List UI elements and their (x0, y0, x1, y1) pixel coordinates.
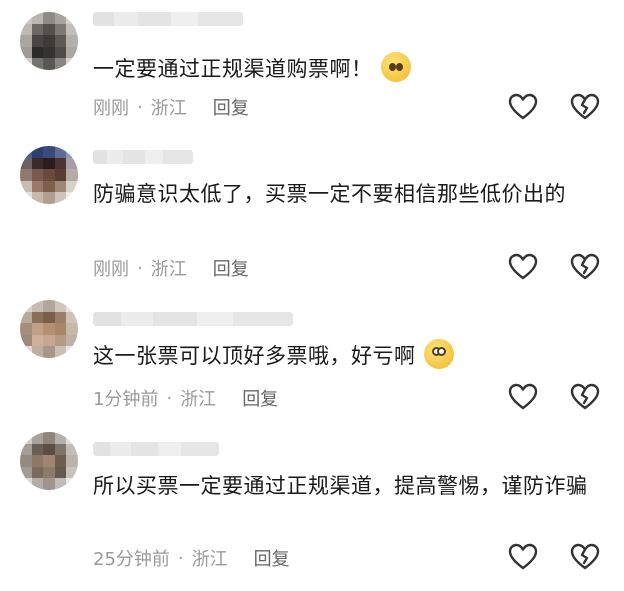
pleading-face-icon (380, 52, 411, 82)
avatar[interactable] (20, 432, 78, 490)
separator: · (177, 547, 184, 569)
heart-icon[interactable] (508, 542, 538, 572)
comment-meta: 刚刚 · 浙江 回复 (93, 255, 249, 281)
separator: · (137, 257, 143, 279)
username-blurred[interactable] (93, 12, 243, 26)
broken-heart-icon[interactable] (570, 92, 600, 122)
grimacing-face-icon (423, 339, 454, 369)
separator: · (137, 96, 143, 118)
comment-location: 浙江 (191, 549, 228, 570)
comment-time: 刚刚 (93, 98, 129, 119)
comment-text: 这一张票可以顶好多票哦，好亏啊 (93, 339, 598, 373)
avatar[interactable] (20, 12, 78, 70)
username-blurred[interactable] (93, 442, 219, 456)
comment-time: 1分钟前 (93, 389, 159, 410)
comment-location: 浙江 (150, 98, 187, 119)
broken-heart-icon[interactable] (570, 542, 600, 572)
avatar[interactable] (20, 300, 78, 358)
comment-time: 刚刚 (93, 259, 129, 280)
comment-location: 浙江 (180, 389, 217, 410)
reply-button[interactable]: 回复 (254, 545, 290, 571)
comment-time: 25分钟前 (93, 549, 170, 570)
comment-text: 所以买票一定要通过正规渠道，提高警惕，谨防诈骗 (93, 474, 588, 498)
avatar[interactable] (20, 146, 78, 204)
comment-meta: 1分钟前 · 浙江 回复 (93, 385, 278, 411)
reply-button[interactable]: 回复 (213, 94, 249, 120)
comment-text: 防骗意识太低了，买票一定不要相信那些低价出的 (93, 182, 566, 206)
comment-meta: 刚刚 · 浙江 回复 (93, 94, 249, 120)
heart-icon[interactable] (508, 382, 538, 412)
broken-heart-icon[interactable] (570, 382, 600, 412)
comment-location: 浙江 (150, 259, 187, 280)
separator: · (166, 387, 173, 409)
username-blurred[interactable] (93, 312, 293, 326)
comment-meta: 25分钟前 · 浙江 回复 (93, 545, 290, 571)
reply-button[interactable]: 回复 (242, 385, 278, 411)
heart-icon[interactable] (508, 92, 538, 122)
username-blurred[interactable] (93, 150, 193, 164)
reply-button[interactable]: 回复 (213, 255, 249, 281)
comment-text: 一定要通过正规渠道购票啊！ (93, 52, 598, 86)
broken-heart-icon[interactable] (570, 252, 600, 282)
heart-icon[interactable] (508, 252, 538, 282)
